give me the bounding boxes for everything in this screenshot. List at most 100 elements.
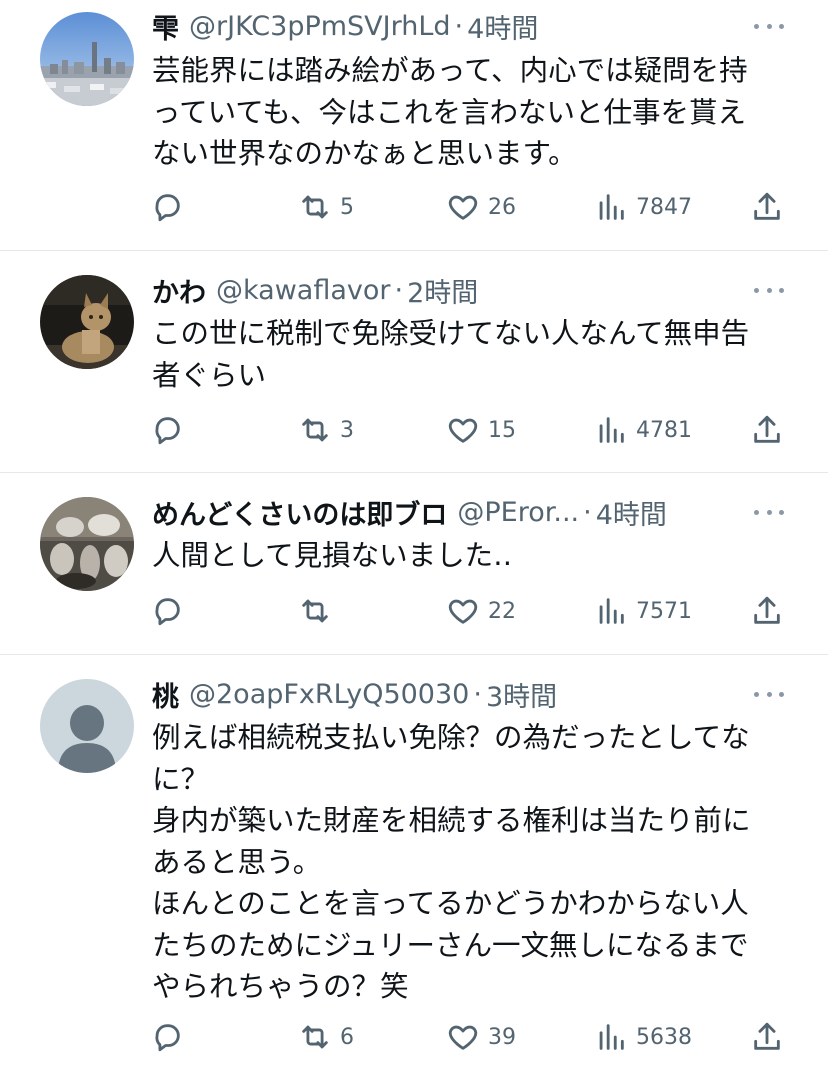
more-dots-icon[interactable] (754, 684, 784, 704)
tweet-text: この世に税制で免除受けてない人なんて無申告 者ぐらい (152, 313, 792, 396)
tweet-text: 例えば相続税支払い免除？の為だったとしてな に？ 身内が築いた財産を相続する権利… (152, 717, 792, 1008)
reply-bubble-icon (155, 417, 180, 445)
like-button[interactable]: 22 (446, 591, 516, 631)
retweet-icon (302, 599, 328, 623)
like-count: 22 (488, 598, 516, 624)
tweet-text-line: っていても、今はこれを言わないと仕事を貰え (152, 95, 746, 129)
views-button[interactable]: 5638 (594, 1017, 692, 1057)
share-upload-icon (754, 596, 780, 624)
retweet-button[interactable] (298, 591, 340, 631)
retweet-button[interactable]: 5 (298, 187, 354, 227)
timestamp[interactable]: 4時間 (467, 9, 538, 44)
views-button[interactable]: 7847 (594, 187, 692, 227)
heart-icon (448, 195, 478, 220)
reply-button[interactable] (150, 187, 184, 227)
user-handle[interactable]: @kawaflavor (216, 275, 391, 306)
separator-dot: · (473, 678, 482, 710)
like-button[interactable]: 26 (446, 187, 516, 227)
retweet-button[interactable]: 3 (298, 410, 354, 450)
more-dots-icon[interactable] (754, 502, 784, 522)
separator-dot: · (454, 10, 464, 42)
like-count: 39 (488, 1024, 516, 1050)
glass-figurines-avatar[interactable] (40, 497, 134, 591)
views-button[interactable]: 4781 (594, 410, 692, 450)
reply-tweet[interactable]: 雫 @rJKC3pPmSVJrhLd · 4時間 芸能界には踏み絵があって、内心… (0, 0, 828, 251)
cityscape-avatar[interactable] (40, 12, 134, 106)
retweet-count: 5 (340, 194, 354, 220)
user-handle[interactable]: @PEror... (457, 497, 579, 528)
tweet-text: 芸能界には踏み絵があって、内心では疑問を持 っていても、今はこれを言わないと仕事… (152, 50, 792, 175)
retweet-icon (302, 1025, 328, 1049)
tweet-text: 人間として見損ないました‥ (152, 535, 792, 577)
default-person-avatar[interactable] (40, 679, 134, 773)
share-button[interactable] (750, 410, 784, 450)
display-name[interactable]: 桃 (152, 677, 179, 712)
tweet-text-line: この世に税制で免除受けてない人なんて無申告 (152, 317, 750, 350)
tweet-text-line: 人間として見損ないました‥ (152, 539, 513, 572)
heart-icon (448, 1025, 478, 1050)
retweet-icon (302, 418, 328, 442)
share-upload-icon (754, 1022, 780, 1050)
user-handle[interactable]: @rJKC3pPmSVJrhLd (189, 11, 451, 42)
view-count: 7571 (636, 598, 692, 624)
share-upload-icon (754, 192, 780, 220)
views-button[interactable]: 7571 (594, 591, 692, 631)
separator-dot: · (394, 274, 404, 306)
tweet-text-line: ほんとのことを言ってるかどうかわからない人 (152, 887, 749, 920)
action-bar: 5 26 7847 (150, 187, 790, 227)
retweet-count: 3 (340, 417, 354, 443)
retweet-count: 6 (340, 1024, 354, 1050)
reply-button[interactable] (150, 1017, 184, 1057)
cat-avatar[interactable] (40, 275, 134, 369)
heart-icon (448, 418, 478, 443)
tweet-text-line: やられちゃうの？笑 (152, 970, 409, 1003)
more-dots-icon[interactable] (754, 280, 784, 300)
tweet-text-line: ない世界なのかなぁと思います。 (152, 137, 577, 170)
reply-tweet[interactable]: めんどくさいのは即ブロ @PEror... · 4時間 人間として見損ないました… (0, 473, 828, 655)
retweet-icon (302, 195, 328, 219)
timestamp[interactable]: 4時間 (596, 495, 667, 530)
views-bar-icon (599, 1024, 624, 1050)
share-button[interactable] (750, 1017, 784, 1057)
user-handle[interactable]: @2oapFxRLyQ50030 (189, 679, 469, 710)
view-count: 7847 (636, 194, 692, 220)
tweet-text-line: 芸能界には踏み絵があって、内心では疑問を持 (152, 54, 748, 87)
heart-icon (448, 599, 478, 624)
tweet-text-line: に？ (152, 762, 210, 796)
timestamp[interactable]: 2時間 (407, 273, 478, 308)
view-count: 4781 (636, 417, 692, 443)
tweet-text-line: 例えば相続税支払い免除？の為だったとしてな (152, 721, 750, 754)
share-button[interactable] (750, 187, 784, 227)
views-bar-icon (599, 598, 624, 624)
tweet-header: めんどくさいのは即ブロ @PEror... · 4時間 (152, 495, 768, 530)
reply-tweet[interactable]: かわ @kawaflavor · 2時間 この世に税制で免除受けてない人なんて無… (0, 251, 828, 473)
separator-dot: · (583, 496, 592, 528)
like-count: 26 (488, 194, 516, 220)
reply-button[interactable] (150, 591, 184, 631)
display-name[interactable]: 雫 (152, 9, 179, 44)
action-bar: 3 15 4781 (150, 410, 790, 450)
tweet-text-line: あると思う。 (152, 845, 322, 879)
action-bar: 22 7571 (150, 591, 790, 631)
share-upload-icon (754, 415, 780, 443)
reply-button[interactable] (150, 410, 184, 450)
tweet-header: 桃 @2oapFxRLyQ50030 · 3時間 (152, 677, 768, 712)
tweet-text-line: 者ぐらい (152, 358, 267, 392)
tweet-header: 雫 @rJKC3pPmSVJrhLd · 4時間 (152, 9, 768, 44)
reply-bubble-icon (155, 598, 180, 626)
views-bar-icon (599, 417, 624, 443)
like-button[interactable]: 15 (446, 410, 516, 450)
share-button[interactable] (750, 591, 784, 631)
display-name[interactable]: めんどくさいのは即ブロ (152, 495, 447, 530)
like-button[interactable]: 39 (446, 1017, 516, 1057)
display-name[interactable]: かわ (152, 273, 206, 308)
timestamp[interactable]: 3時間 (486, 677, 557, 712)
reply-tweet[interactable]: 桃 @2oapFxRLyQ50030 · 3時間 例えば相続税支払い免除？の為だ… (0, 655, 828, 1078)
reply-bubble-icon (155, 1024, 180, 1052)
reply-bubble-icon (155, 194, 180, 222)
views-bar-icon (599, 194, 624, 220)
like-count: 15 (488, 417, 516, 443)
retweet-button[interactable]: 6 (298, 1017, 354, 1057)
view-count: 5638 (636, 1024, 692, 1050)
more-dots-icon[interactable] (754, 16, 784, 36)
